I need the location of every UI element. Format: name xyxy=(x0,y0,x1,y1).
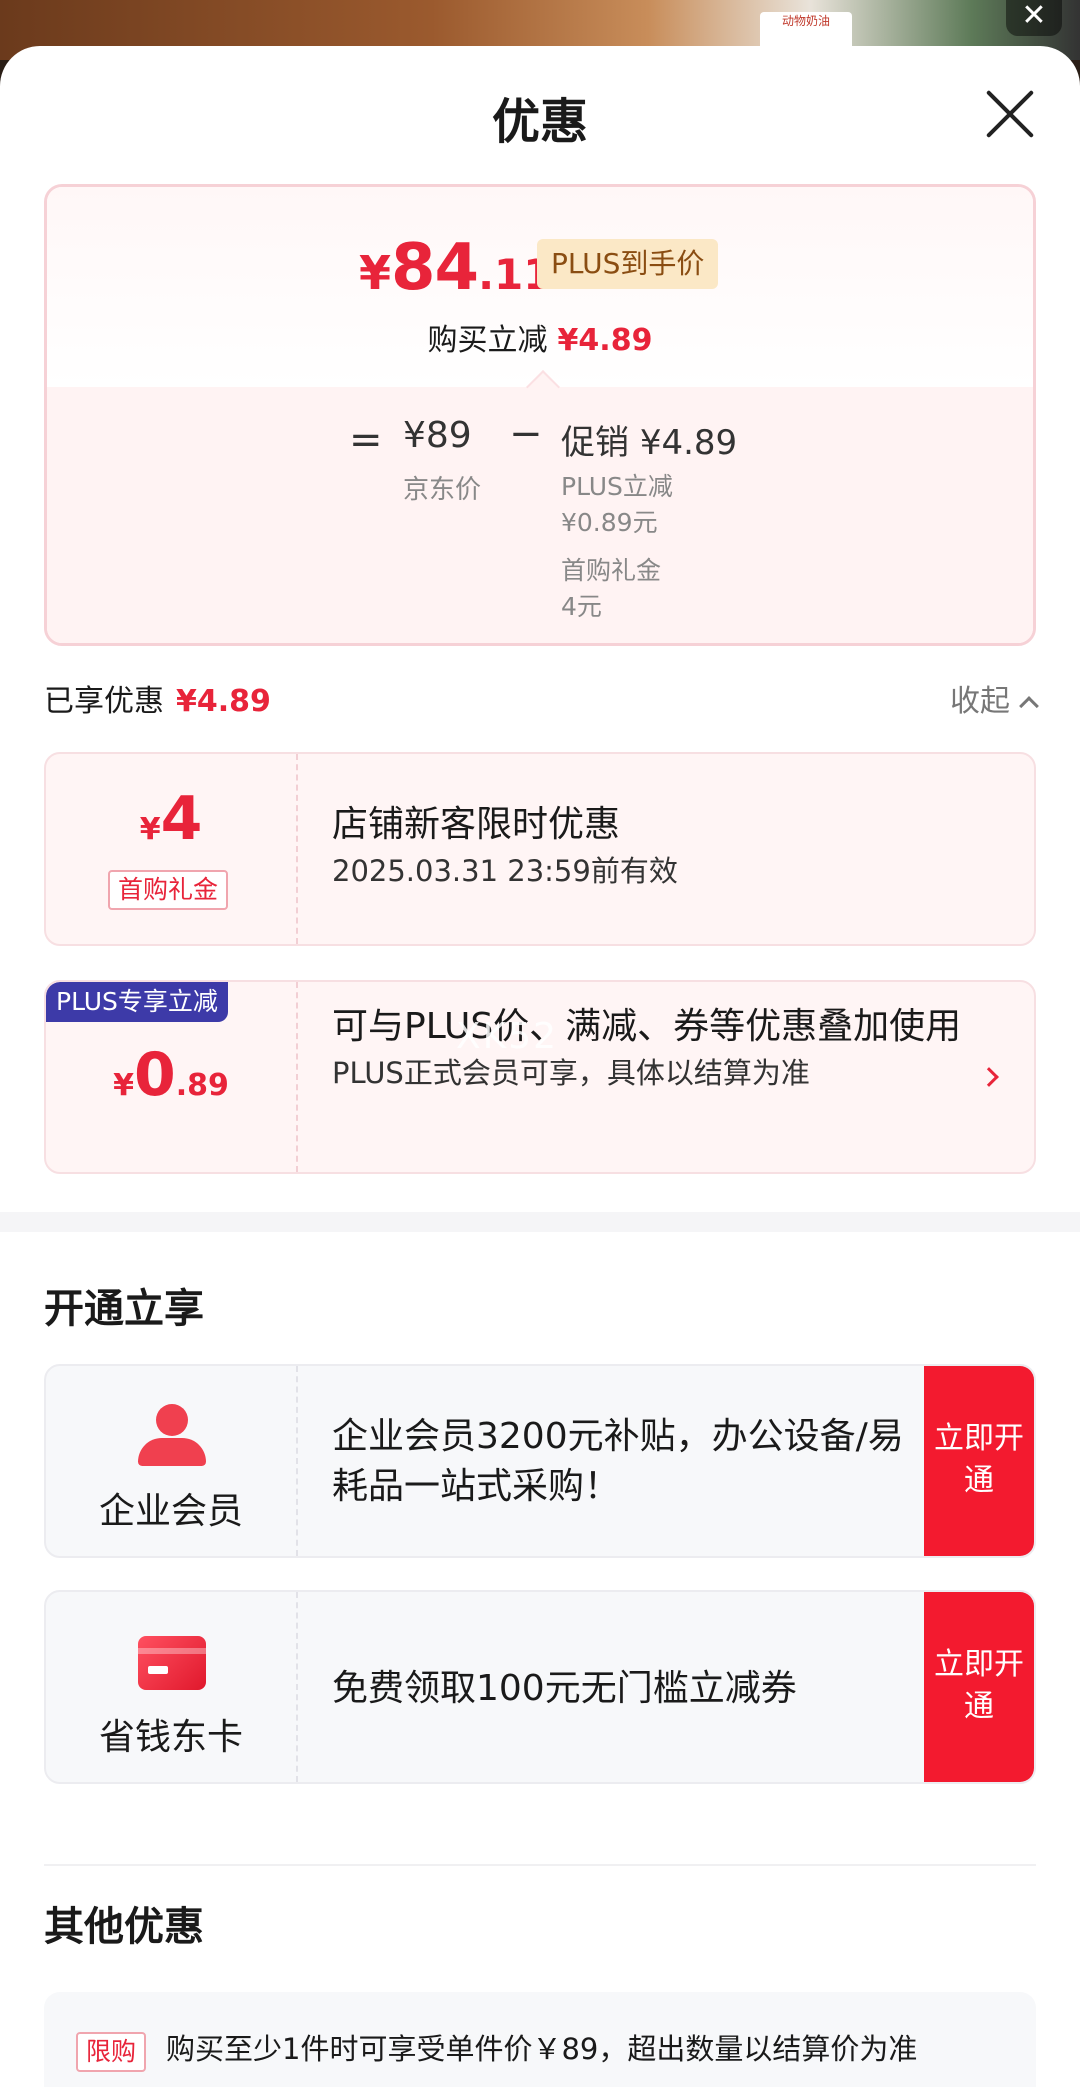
coupon-currency: ¥ xyxy=(139,812,161,847)
price-breakdown: = ¥89 京东价 − 促销 ¥4.89 PLUS立减 ¥0.89元 首购礼金 … xyxy=(47,387,1033,643)
coupon-amount-area: ¥4 首购礼金 xyxy=(46,754,298,944)
sheet-header: 优惠 xyxy=(0,46,1080,182)
sheet-title: 优惠 xyxy=(491,94,588,150)
coupon-title: 店铺新客限时优惠 xyxy=(332,804,621,845)
section-divider xyxy=(0,1212,1080,1232)
equals-sign: = xyxy=(349,417,383,463)
final-price-integer: 84 xyxy=(391,231,479,305)
coupon-amount-area: PLUS专享立减 ¥0.89 xyxy=(46,982,298,1172)
promo-total: 促销 ¥4.89 xyxy=(561,415,737,464)
watermark: XK52 xyxy=(456,1016,559,1057)
member-name: 省钱东卡 xyxy=(98,1717,243,1758)
member-desc: 免费领取100元无门槛立减券 xyxy=(332,1668,797,1709)
buy-reduce-label: 购买立减 xyxy=(427,323,548,358)
member-card-savings[interactable]: 省钱东卡 免费领取100元无门槛立减券 立即开通 xyxy=(44,1590,1036,1784)
promo-value: ¥4.89 xyxy=(639,423,738,463)
promo-item-value: 4元 xyxy=(561,592,602,621)
minus-sign: − xyxy=(509,411,543,457)
coupon-amount-value: 0 xyxy=(133,1040,176,1110)
coupon-amount-value: 4 xyxy=(160,784,203,854)
collapse-button[interactable]: 收起 xyxy=(950,676,1039,720)
background-close-icon[interactable]: ✕ xyxy=(1006,0,1062,36)
enjoyed-value: ¥4.89 xyxy=(176,684,271,719)
member-name: 企业会员 xyxy=(98,1491,243,1532)
coupon-info: 可与PLUS价、满减、券等优惠叠加使用 PLUS正式会员可享，具体以结算为准 xyxy=(332,982,974,1172)
promo-label: 促销 xyxy=(561,423,629,463)
thin-divider xyxy=(44,1864,1036,1866)
member-icon-area: 省钱东卡 xyxy=(46,1592,298,1782)
chevron-up-icon xyxy=(1019,696,1039,716)
other-discount-text: 购买至少1件时可享受单件价￥89，超出数量以结算价为准 xyxy=(166,2032,918,2066)
member-desc: 企业会员3200元补贴，办公设备/易耗品一站式采购！ xyxy=(332,1416,904,1507)
plus-price-tag: PLUS到手价 xyxy=(537,239,719,289)
close-icon[interactable] xyxy=(984,88,1036,140)
member-card-enterprise[interactable]: 企业会员 企业会员3200元补贴，办公设备/易耗品一站式采购！ 立即开通 xyxy=(44,1364,1036,1558)
card-icon xyxy=(138,1636,206,1690)
coupon-validity: 2025.03.31 23:59前有效 xyxy=(332,854,678,888)
open-now-button[interactable]: 立即开通 xyxy=(924,1366,1034,1556)
coupon-currency: ¥ xyxy=(113,1068,134,1103)
promo-item-value: ¥0.89元 xyxy=(561,508,658,537)
final-price-currency: ¥ xyxy=(359,246,392,300)
promo-item-name: PLUS立减 xyxy=(561,472,673,501)
coupon-title: 可与PLUS价、满减、券等优惠叠加使用 xyxy=(332,1006,962,1047)
enjoyed-discount: 已享优惠 ¥4.89 xyxy=(44,676,271,720)
chevron-right-icon[interactable] xyxy=(979,1067,999,1087)
open-now-button[interactable]: 立即开通 xyxy=(924,1592,1034,1782)
person-icon-body xyxy=(138,1438,206,1466)
price-summary-card: ¥84.11 PLUS到手价 购买立减 ¥4.89 = ¥89 京东价 − 促销 … xyxy=(44,184,1036,646)
enjoyed-label: 已享优惠 xyxy=(44,684,164,719)
person-icon xyxy=(138,1404,206,1468)
coupon-amount: ¥0.89 xyxy=(46,1040,296,1110)
jd-price-label: 京东价 xyxy=(403,475,482,505)
coupon-note: PLUS正式会员可享，具体以结算为准 xyxy=(332,1056,810,1090)
coupon-amount: ¥4 xyxy=(46,784,296,854)
coupon-card[interactable]: ¥4 首购礼金 店铺新客限时优惠 2025.03.31 23:59前有效 xyxy=(44,752,1036,946)
open-section-title: 开通立享 xyxy=(44,1286,204,1332)
jd-price: ¥89 xyxy=(403,415,472,456)
discount-sheet: 优惠 ¥84.11 PLUS到手价 购买立减 ¥4.89 = ¥89 京东价 − … xyxy=(0,46,1080,2087)
coupon-info: 店铺新客限时优惠 2025.03.31 23:59前有效 xyxy=(332,754,974,944)
other-discount-item: 限购 购买至少1件时可享受单件价￥89，超出数量以结算价为准 xyxy=(44,1992,1036,2087)
plus-exclusive-tag: PLUS专享立减 xyxy=(46,982,228,1022)
promo-item-name: 首购礼金 xyxy=(561,556,662,585)
coupon-amount-decimal: .89 xyxy=(175,1068,229,1103)
member-icon-area: 企业会员 xyxy=(46,1366,298,1556)
coupon-card[interactable]: PLUS专享立减 ¥0.89 可与PLUS价、满减、券等优惠叠加使用 PLUS正… xyxy=(44,980,1036,1174)
collapse-label: 收起 xyxy=(950,684,1010,719)
final-price: ¥84.11 xyxy=(359,231,552,305)
buy-reduce-line: 购买立减 ¥4.89 xyxy=(47,315,1033,359)
person-icon-head xyxy=(156,1404,188,1436)
price-summary-top: ¥84.11 PLUS到手价 购买立减 ¥4.89 xyxy=(47,187,1033,387)
other-section-title: 其他优惠 xyxy=(44,1904,204,1950)
buy-reduce-value: ¥4.89 xyxy=(557,323,653,358)
purchase-limit-tag: 限购 xyxy=(76,2032,147,2072)
first-purchase-tag: 首购礼金 xyxy=(108,870,229,910)
